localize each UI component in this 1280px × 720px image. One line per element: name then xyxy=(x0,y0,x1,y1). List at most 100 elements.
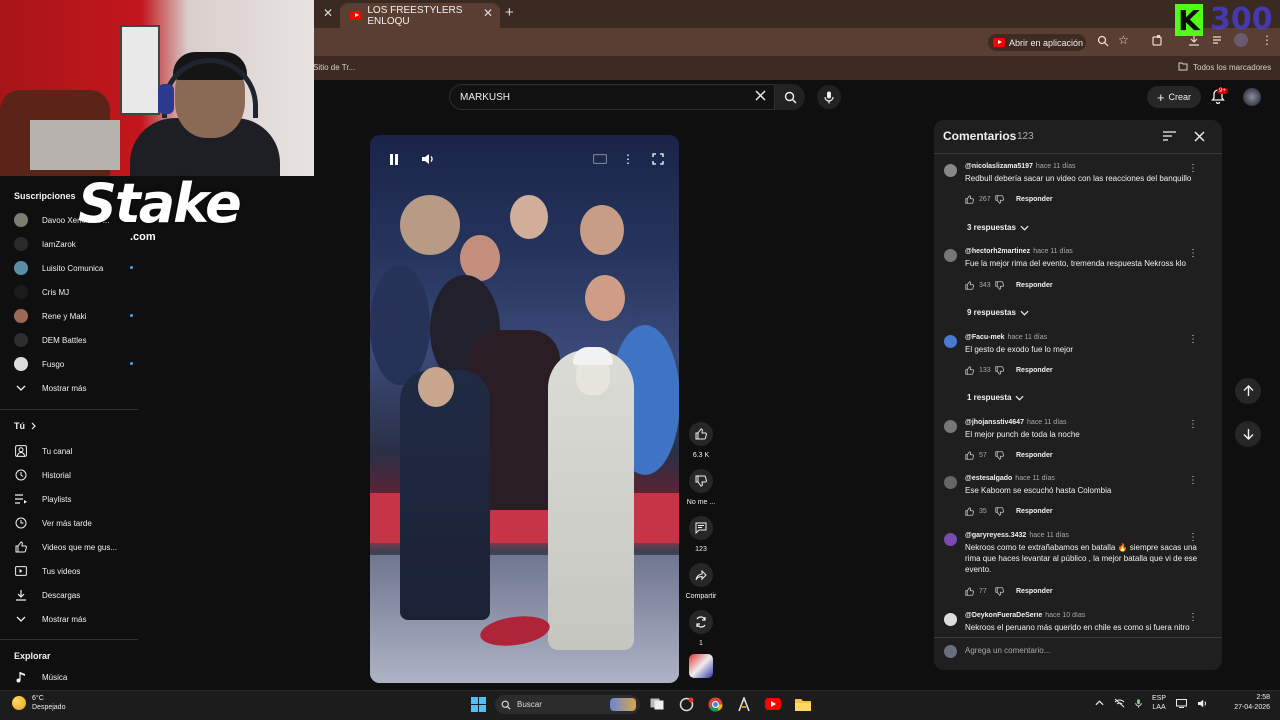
show-replies-button[interactable]: 1 respuesta xyxy=(967,393,1024,402)
show-replies-button[interactable]: 9 respuestas xyxy=(967,308,1029,317)
task-view-icon[interactable] xyxy=(647,695,667,713)
thumb-up-icon[interactable] xyxy=(965,195,974,204)
show-replies-button[interactable]: 3 respuestas xyxy=(967,223,1029,232)
browser-tab-active[interactable]: LOS FREESTYLERS ENLOQU xyxy=(340,3,500,28)
sidebar-channel[interactable]: Fusgo xyxy=(14,354,140,374)
reply-button[interactable]: Responder xyxy=(1016,452,1053,459)
search-button[interactable] xyxy=(775,84,805,110)
voice-search-button[interactable] xyxy=(817,85,841,109)
sidebar-item-downloads[interactable]: Descargas xyxy=(14,585,140,605)
comment-author[interactable]: @garyreyess.3432 xyxy=(965,532,1026,539)
next-short-button[interactable] xyxy=(1235,421,1261,447)
share-button[interactable] xyxy=(689,563,713,587)
thumb-up-icon[interactable] xyxy=(965,587,974,596)
remix-button[interactable] xyxy=(689,610,713,634)
thumb-up-icon[interactable] xyxy=(965,451,974,460)
clear-search-icon[interactable] xyxy=(755,90,766,101)
taskbar-search[interactable]: Buscar xyxy=(495,695,640,714)
sidebar-item-playlists[interactable]: Playlists xyxy=(14,489,140,509)
sidebar-channel[interactable]: IamZarok xyxy=(14,234,140,254)
sidebar-item-liked-videos[interactable]: Videos que me gus... xyxy=(14,537,140,557)
reply-button[interactable]: Responder xyxy=(1016,282,1053,289)
language-indicator[interactable]: ESP LAA xyxy=(1152,694,1166,712)
network-off-icon[interactable] xyxy=(1114,698,1125,708)
app-icon[interactable] xyxy=(734,695,754,713)
shorts-video-player[interactable]: ⋮ xyxy=(370,135,679,683)
file-explorer-icon[interactable] xyxy=(793,695,813,713)
zoom-icon[interactable] xyxy=(1097,35,1109,47)
create-button[interactable]: + Crear xyxy=(1147,86,1201,108)
thumb-up-icon[interactable] xyxy=(965,507,974,516)
thumb-up-icon[interactable] xyxy=(965,281,974,290)
close-tab-icon[interactable]: ✕ xyxy=(483,6,493,20)
taskbar-clock[interactable]: 2:58 27-04-2026 xyxy=(1222,693,1270,713)
comments-button[interactable] xyxy=(689,516,713,540)
account-avatar[interactable] xyxy=(1243,88,1261,106)
thumb-down-icon[interactable] xyxy=(995,451,1004,460)
all-bookmarks-link[interactable]: Todos los marcadores xyxy=(1193,63,1271,72)
comment-avatar[interactable] xyxy=(944,335,957,348)
comment-avatar[interactable] xyxy=(944,420,957,433)
reply-button[interactable]: Responder xyxy=(1016,508,1053,515)
new-tab-icon[interactable]: + xyxy=(505,4,514,21)
captions-icon[interactable] xyxy=(592,151,608,167)
comment-author[interactable]: @nicolaslizama5197 xyxy=(965,163,1033,170)
thumb-down-icon[interactable] xyxy=(995,281,1004,290)
open-in-app-button[interactable]: Abrir en aplicación xyxy=(988,34,1086,51)
sidebar-item-your-channel[interactable]: Tu canal xyxy=(14,441,140,461)
comment-author[interactable]: @hectorh2martinez xyxy=(965,248,1030,255)
sidebar-item-music[interactable]: Música xyxy=(14,667,140,687)
comment-avatar[interactable] xyxy=(944,533,957,546)
weather-widget[interactable]: 6°C Despejado xyxy=(12,694,65,712)
add-comment-input[interactable]: Agrega un comentario... xyxy=(965,646,1050,655)
thumb-down-icon[interactable] xyxy=(995,195,1004,204)
pause-icon[interactable] xyxy=(386,151,402,167)
close-tab-icon[interactable]: ✕ xyxy=(323,6,333,20)
microphone-icon[interactable] xyxy=(1135,698,1142,709)
extensions-icon[interactable] xyxy=(1152,34,1164,46)
thumb-down-icon[interactable] xyxy=(995,587,1004,596)
reply-button[interactable]: Responder xyxy=(1016,588,1053,595)
bookmark-star-icon[interactable]: ☆ xyxy=(1118,33,1129,47)
chrome-icon[interactable] xyxy=(705,695,725,713)
comment-author[interactable]: @Facu-mek xyxy=(965,334,1005,341)
display-icon[interactable] xyxy=(1176,698,1188,708)
search-input[interactable]: MARKUSH xyxy=(449,84,775,110)
show-more-subscriptions[interactable]: Mostrar más xyxy=(14,378,140,398)
thumb-up-icon[interactable] xyxy=(965,366,974,375)
reply-button[interactable]: Responder xyxy=(1016,196,1053,203)
thumb-down-icon[interactable] xyxy=(995,366,1004,375)
comment-avatar[interactable] xyxy=(944,613,957,626)
sidebar-item-your-videos[interactable]: Tus videos xyxy=(14,561,140,581)
comment-author[interactable]: @DeykonFueraDeSerie xyxy=(965,612,1042,619)
comment-avatar[interactable] xyxy=(944,164,957,177)
channel-thumbnail[interactable] xyxy=(689,654,713,678)
sidebar-channel[interactable]: Rene y Maki xyxy=(14,306,140,326)
more-options-icon[interactable]: ⋮ xyxy=(622,151,634,167)
sort-icon[interactable] xyxy=(1163,131,1176,141)
app-icon[interactable] xyxy=(676,695,696,713)
dislike-button[interactable] xyxy=(689,469,713,493)
like-button[interactable] xyxy=(689,422,713,446)
previous-short-button[interactable] xyxy=(1235,378,1261,404)
comment-author[interactable]: @jhojansstiv4647 xyxy=(965,419,1024,426)
volume-icon[interactable] xyxy=(420,151,436,167)
reply-button[interactable]: Responder xyxy=(1016,367,1053,374)
sidebar-channel[interactable]: Cris MJ xyxy=(14,282,140,302)
show-more-you[interactable]: Mostrar más xyxy=(14,609,140,629)
sidebar-item-watch-later[interactable]: Ver más tarde xyxy=(14,513,140,533)
youtube-app-icon[interactable] xyxy=(763,695,783,713)
close-icon[interactable] xyxy=(1194,131,1205,142)
comment-avatar[interactable] xyxy=(944,476,957,489)
fullscreen-icon[interactable] xyxy=(650,151,666,167)
sidebar-channel[interactable]: DEM Battles xyxy=(14,330,140,350)
windows-start-icon[interactable] xyxy=(468,695,488,713)
sidebar-channel[interactable]: Luisito Comunica xyxy=(14,258,140,278)
comment-avatar[interactable] xyxy=(944,249,957,262)
chevron-up-icon[interactable] xyxy=(1095,700,1104,706)
comment-author[interactable]: @estesalgado xyxy=(965,475,1012,482)
you-section-header[interactable]: Tú xyxy=(14,416,140,436)
speaker-icon[interactable] xyxy=(1197,699,1208,708)
bookmark-item[interactable]: Sitio de Tr... xyxy=(313,63,355,72)
sidebar-item-history[interactable]: Historial xyxy=(14,465,140,485)
